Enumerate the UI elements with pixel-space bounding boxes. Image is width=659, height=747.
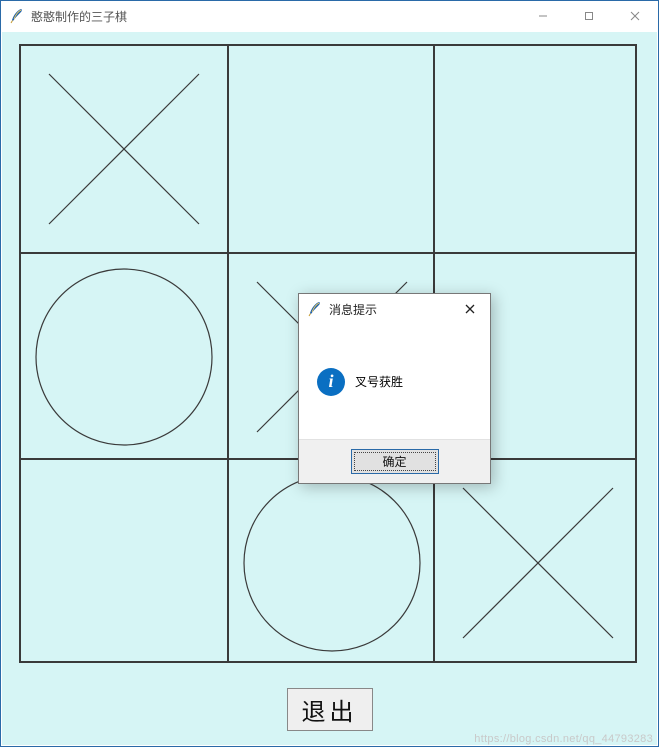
- board-cell-0-1[interactable]: [229, 46, 435, 252]
- board-cell-2-1[interactable]: [229, 460, 435, 666]
- message-dialog: 消息提示 i 叉号获胜 确定: [298, 293, 491, 484]
- dialog-feather-icon: [307, 301, 323, 317]
- window-buttons: [520, 1, 658, 31]
- dialog-message: 叉号获胜: [355, 373, 403, 390]
- board-cell-2-0[interactable]: [21, 460, 227, 666]
- ok-button[interactable]: 确定: [351, 449, 439, 474]
- exit-button[interactable]: 退出: [287, 688, 373, 731]
- maximize-button[interactable]: [566, 1, 612, 31]
- board-cell-1-0[interactable]: [21, 254, 227, 460]
- dialog-body: i 叉号获胜: [299, 324, 490, 439]
- o-mark-icon: [21, 254, 227, 460]
- window-title: 憨憨制作的三子棋: [31, 8, 127, 25]
- dialog-close-button[interactable]: [450, 294, 490, 324]
- close-icon: [465, 304, 475, 314]
- dialog-footer: 确定: [299, 439, 490, 483]
- dialog-title: 消息提示: [329, 301, 377, 318]
- x-mark-icon: [435, 460, 641, 666]
- board-cell-0-0[interactable]: [21, 46, 227, 252]
- close-button[interactable]: [612, 1, 658, 31]
- app-feather-icon: [9, 8, 25, 24]
- x-mark-icon: [21, 46, 227, 252]
- main-titlebar[interactable]: 憨憨制作的三子棋: [1, 1, 658, 31]
- o-mark-icon: [229, 460, 435, 666]
- dialog-titlebar[interactable]: 消息提示: [299, 294, 490, 324]
- board-cell-2-2[interactable]: [435, 460, 641, 666]
- minimize-button[interactable]: [520, 1, 566, 31]
- info-icon: i: [317, 368, 345, 396]
- board-cell-0-2[interactable]: [435, 46, 641, 252]
